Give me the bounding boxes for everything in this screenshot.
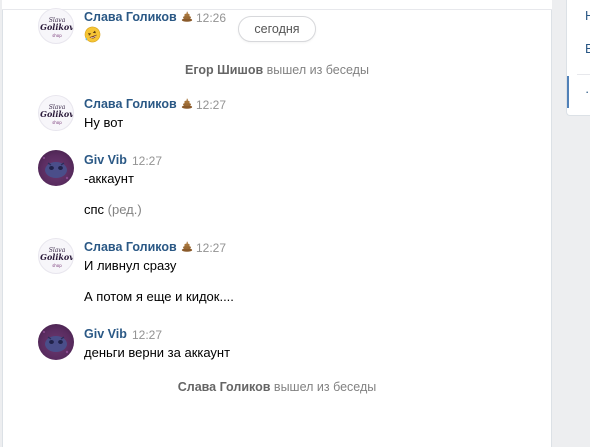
message-text: Ну вот [84, 115, 124, 130]
svg-text:Golikov: Golikov [40, 22, 74, 32]
message-time[interactable]: 12:27 [132, 154, 162, 168]
avatar[interactable]: Slava Golikov shop [38, 238, 74, 274]
message-text: -аккаунт [84, 171, 134, 186]
message-time[interactable]: 12:27 [196, 98, 226, 112]
poop-emoji-icon [181, 241, 192, 252]
right-nav-item-2[interactable]: В [585, 41, 590, 56]
message-author[interactable]: Слава Голиков [84, 10, 193, 24]
avatar-creature-icon [43, 331, 69, 354]
message-author[interactable]: Giv Vib [84, 327, 127, 341]
right-nav-divider [577, 74, 590, 75]
svg-text:shop: shop [52, 263, 62, 268]
service-message: Слава Голиков вышел из беседы [2, 380, 552, 394]
message-text: деньги верни за аккаунт [84, 345, 231, 360]
service-user-name[interactable]: Егор Шишов [185, 63, 263, 77]
poop-emoji-icon [181, 98, 192, 109]
svg-text:shop: shop [52, 120, 62, 125]
avatar[interactable]: Slava Golikov shop [38, 8, 74, 44]
chat-top-border [2, 0, 552, 10]
service-user-name[interactable]: Слава Голиков [178, 380, 271, 394]
message-text: А потом я еще и кидок.... [84, 289, 234, 304]
message-author[interactable]: Слава Голиков [84, 240, 193, 254]
rofl-emoji-icon [84, 26, 101, 43]
right-nav-panel: Н В · [566, 0, 590, 116]
message-text [84, 26, 101, 46]
message-text: спс (ред.) [84, 202, 142, 217]
message-time[interactable]: 12:27 [132, 328, 162, 342]
message-author[interactable]: Giv Vib [84, 153, 127, 167]
avatar[interactable] [38, 150, 74, 186]
message-time[interactable]: 12:26 [196, 11, 226, 25]
message-text-content: спс [84, 202, 105, 217]
poop-emoji-icon [181, 11, 192, 22]
svg-text:Golikov: Golikov [40, 252, 74, 262]
svg-text:shop: shop [52, 33, 62, 38]
service-action: вышел из беседы [266, 63, 369, 77]
avatar[interactable]: Slava Golikov shop [38, 95, 74, 131]
message-time[interactable]: 12:27 [196, 241, 226, 255]
right-nav-item-3[interactable]: · [585, 84, 589, 99]
svg-text:Golikov: Golikov [40, 109, 74, 119]
message-text: И ливнул сразу [84, 258, 177, 273]
message-author[interactable]: Слава Голиков [84, 97, 193, 111]
right-nav-item-1[interactable]: Н [585, 8, 590, 23]
service-message: Егор Шишов вышел из беседы [2, 63, 552, 77]
edited-label[interactable]: (ред.) [108, 202, 142, 217]
right-nav-active-indicator [567, 76, 569, 108]
avatar-creature-icon [43, 157, 69, 180]
avatar[interactable] [38, 324, 74, 360]
service-action: вышел из беседы [273, 380, 377, 394]
date-divider[interactable]: сегодня [238, 16, 316, 42]
